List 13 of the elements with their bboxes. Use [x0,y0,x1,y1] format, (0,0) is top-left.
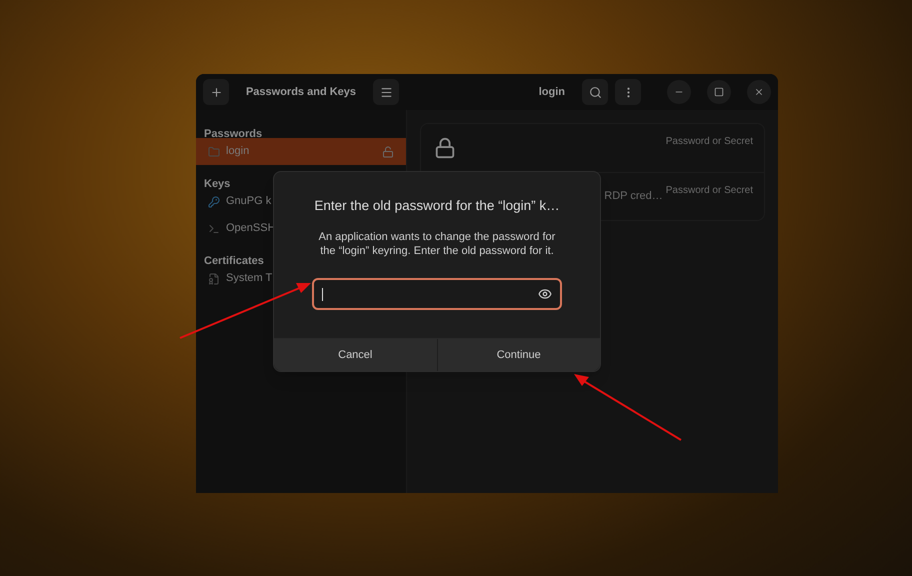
item-label: System T [226,271,272,286]
sidebar-heading: Certificates [204,255,264,267]
item-name: RDP cred… [604,189,663,204]
dialog-message: An application wants to change the password for the “login” keyring. Enter the old password for it. [318,230,556,258]
item-label: GnuPG k [226,194,272,210]
item-type: Password or Secret [666,184,753,198]
sidebar-heading: Keys [204,178,230,190]
sidebar-heading: Passwords [204,128,262,140]
dialog-title: Enter the old password for the “login” k… [314,197,560,215]
item-label: login [226,144,250,160]
window-title: Passwords and Keys [246,84,356,100]
item-type: Password or Secret [666,135,753,149]
window-subtitle: login [538,84,565,100]
